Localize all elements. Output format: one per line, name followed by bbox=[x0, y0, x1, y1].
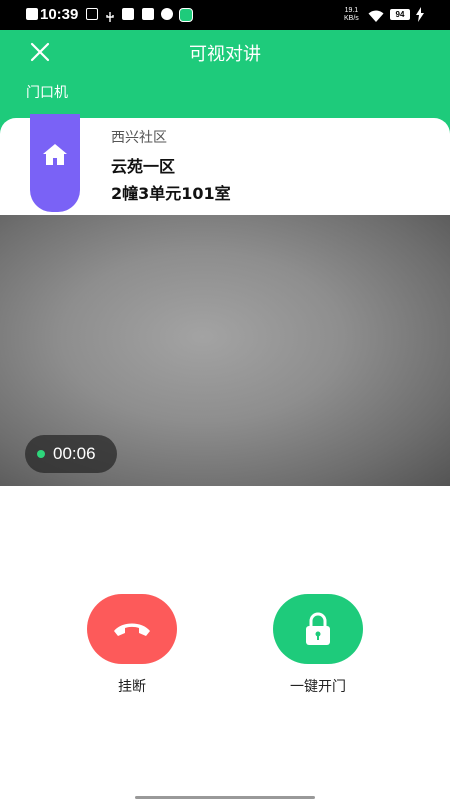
unlock-label: 一键开门 bbox=[290, 679, 346, 695]
lock-icon bbox=[306, 612, 330, 645]
house-badge bbox=[30, 114, 80, 212]
network-speed: 19.1 KB/s bbox=[344, 7, 359, 23]
hangup-label: 挂断 bbox=[118, 679, 146, 695]
status-time: 10:39 bbox=[40, 6, 79, 23]
usb-icon bbox=[104, 8, 116, 22]
speed-unit: KB/s bbox=[344, 15, 359, 22]
call-timer: 00:06 bbox=[25, 435, 117, 473]
status-bar: 10:39 19.1 KB/s 94 bbox=[0, 0, 450, 30]
call-duration: 00:06 bbox=[53, 444, 96, 463]
app-icon bbox=[179, 8, 193, 22]
unlock-button[interactable] bbox=[273, 594, 363, 664]
hangup-action: 挂断 bbox=[87, 594, 177, 696]
page-title: 可视对讲 bbox=[189, 44, 261, 65]
phone-hangup-icon bbox=[114, 623, 150, 636]
area-name: 云苑一区 bbox=[111, 157, 176, 176]
nfc-icon bbox=[86, 8, 98, 20]
room-address: 2幢3单元101室 bbox=[111, 184, 231, 203]
charging-icon bbox=[415, 7, 425, 26]
wifi-icon bbox=[368, 8, 384, 27]
compass-icon bbox=[161, 8, 173, 20]
hangup-button[interactable] bbox=[87, 594, 177, 664]
live-dot-icon bbox=[37, 450, 45, 458]
home-icon bbox=[43, 144, 67, 165]
battery-indicator: 94 bbox=[390, 9, 410, 20]
home-indicator[interactable] bbox=[135, 796, 315, 799]
notification-icon bbox=[26, 8, 38, 20]
play-icon bbox=[142, 8, 154, 20]
device-subtitle: 门口机 bbox=[26, 85, 68, 101]
unlock-action: 一键开门 bbox=[273, 594, 363, 696]
book-icon bbox=[122, 8, 134, 20]
speed-value: 19.1 bbox=[344, 7, 359, 14]
community-name: 西兴社区 bbox=[111, 130, 167, 146]
